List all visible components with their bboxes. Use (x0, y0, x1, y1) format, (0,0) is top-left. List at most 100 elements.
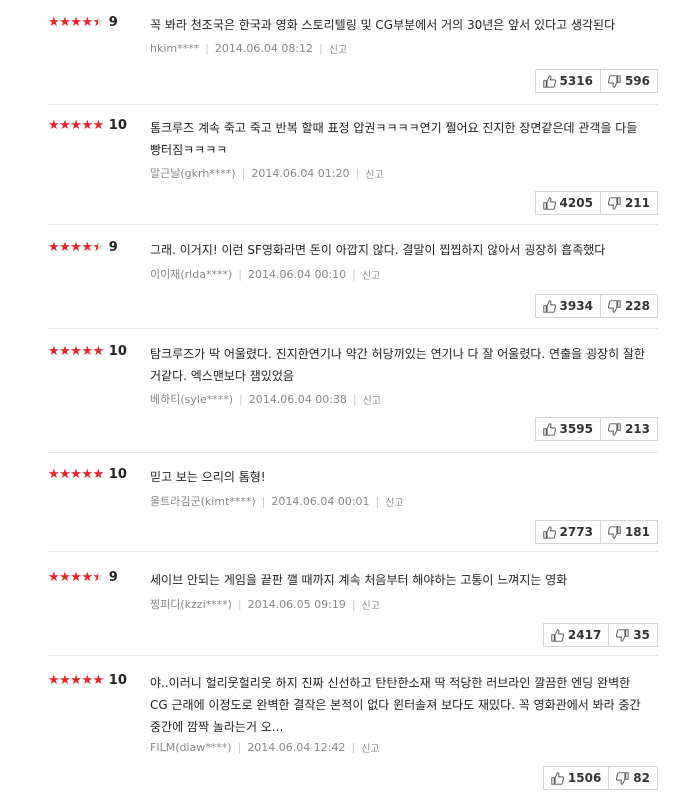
review-date: 2014.06.04 01:20 (251, 166, 350, 180)
like-count: 2773 (559, 525, 593, 539)
review-text: 믿고 보는 으리의 톰형! (150, 470, 266, 484)
review-text: 꼭 봐라 천조국은 한국과 영화 스토리텔링 및 CG부분에서 거의 30년은 … (150, 18, 616, 32)
review-user: FILM(dlaw****) (150, 741, 232, 754)
review-meta: FILM(dlaw****) | 2014.06.04 12:42 | 신고 (150, 740, 380, 755)
dislike-count: 213 (624, 422, 650, 436)
review-text: 그래. 이거지! 이런 SF영화라면 돈이 아깝지 않다. 결말이 찝찝하지 않… (150, 243, 606, 257)
report-link[interactable]: 신고 (365, 166, 383, 181)
like-button[interactable]: 3934 (534, 294, 601, 318)
dislike-button[interactable]: 213 (600, 417, 658, 441)
rating: ★★★★★ ★★★★★ 10 (48, 117, 127, 135)
review-text: 톰크루즈 계속 죽고 죽고 반복 할때 표정 압권ㅋㅋㅋㅋ연기 쩔어요 진지한 … (150, 121, 638, 157)
review-date: 2014.06.05 09:19 (247, 597, 346, 611)
review-item: ★★★★★ ★★★★★ 10 톰크루즈 계속 죽고 죽고 반복 할때 표정 압권ㅋ… (0, 117, 700, 217)
thumbs-down-icon (607, 422, 621, 436)
review-item: ★★★★★ ★★★★★ 9 세이브 안되는 게임을 끝판 깰 때까지 계속 처음부… (0, 569, 700, 649)
like-button[interactable]: 3595 (534, 417, 601, 441)
review-user: 말근날(gkrh****) (150, 167, 236, 180)
dislike-count: 82 (633, 771, 650, 785)
review-date: 2014.06.04 00:01 (271, 494, 370, 508)
thumbs-down-icon (616, 628, 629, 642)
thumbs-down-icon (607, 525, 621, 539)
like-count: 4205 (559, 196, 593, 210)
vote-buttons: 4205 211 (534, 191, 658, 215)
rating: ★★★★★ ★★★★★ 10 (48, 672, 127, 690)
dislike-button[interactable]: 211 (600, 191, 658, 215)
divider (48, 551, 658, 552)
report-link[interactable]: 신고 (362, 267, 380, 282)
dislike-count: 35 (633, 628, 650, 642)
report-link[interactable]: 신고 (329, 41, 347, 56)
thumbs-down-icon (607, 299, 621, 313)
rating-score: 10 (108, 467, 127, 482)
review-user: 울트라김군(kimt****) (150, 495, 256, 508)
review-user: 베하티(syle****) (150, 393, 234, 406)
divider (48, 104, 658, 105)
thumbs-up-icon (542, 422, 556, 436)
like-button[interactable]: 5316 (534, 69, 601, 93)
dislike-count: 596 (624, 74, 650, 88)
like-button[interactable]: 2773 (534, 520, 601, 544)
review-meta: 이이재(rlda****) | 2014.06.04 00:10 | 신고 (150, 267, 381, 282)
review-item: ★★★★★ ★★★★★ 10 탐크루즈가 딱 어울렸다. 진지한연기나 약간 허당… (0, 343, 700, 443)
rating-score: 10 (108, 118, 127, 133)
review-text: 세이브 안되는 게임을 끝판 깰 때까지 계속 처음부터 해야하는 고통이 느껴… (150, 573, 568, 587)
thumbs-up-icon (551, 771, 564, 785)
dislike-button[interactable]: 82 (609, 766, 658, 790)
thumbs-down-icon (607, 74, 621, 88)
dislike-count: 181 (624, 525, 650, 539)
star-rating: ★★★★★ ★★★★★ (48, 467, 104, 482)
report-link[interactable]: 신고 (362, 597, 380, 612)
like-button[interactable]: 1506 (542, 766, 610, 790)
rating-score: 9 (108, 15, 118, 30)
review-date: 2014.06.04 08:12 (214, 42, 314, 55)
like-button[interactable]: 4205 (534, 191, 601, 215)
review-item: ★★★★★ ★★★★★ 9 꼭 봐라 천조국은 한국과 영화 스토리텔링 및 CG… (0, 14, 700, 94)
star-rating: ★★★★★ ★★★★★ (48, 570, 104, 585)
dislike-button[interactable]: 181 (600, 520, 658, 544)
review-meta: 찡피디(kzzi****) | 2014.06.05 09:19 | 신고 (150, 597, 380, 612)
report-link[interactable]: 신고 (385, 494, 403, 509)
divider (48, 328, 658, 329)
thumbs-up-icon (542, 525, 556, 539)
vote-buttons: 2773 181 (534, 520, 658, 544)
review-item: ★★★★★ ★★★★★ 9 그래. 이거지! 이런 SF영화라면 돈이 아깝지 않… (0, 239, 700, 319)
thumbs-up-icon (542, 74, 556, 88)
rating-score: 9 (108, 570, 118, 585)
thumbs-down-icon (607, 196, 621, 210)
review-user: 찡피디(kzzi****) (150, 598, 232, 611)
dislike-count: 228 (624, 299, 650, 313)
dislike-button[interactable]: 35 (609, 623, 658, 647)
like-count: 3595 (559, 422, 593, 436)
divider (48, 452, 658, 453)
like-button[interactable]: 2417 (542, 623, 610, 647)
thumbs-up-icon (542, 196, 556, 210)
rating: ★★★★★ ★★★★★ 9 (48, 569, 118, 587)
rating-score: 10 (108, 344, 127, 359)
thumbs-up-icon (542, 299, 556, 313)
review-date: 2014.06.04 12:42 (247, 741, 346, 754)
star-rating: ★★★★★ ★★★★★ (48, 344, 104, 359)
dislike-button[interactable]: 228 (600, 294, 658, 318)
dislike-button[interactable]: 596 (600, 69, 658, 93)
review-item: ★★★★★ ★★★★★ 10 믿고 보는 으리의 톰형! 울트라김군(kimt**… (0, 466, 700, 546)
review-user: hkim**** (150, 42, 200, 55)
vote-buttons: 1506 82 (542, 766, 658, 790)
vote-buttons: 2417 35 (542, 623, 658, 647)
divider (48, 655, 658, 656)
rating: ★★★★★ ★★★★★ 9 (48, 239, 118, 257)
review-meta: 베하티(syle****) | 2014.06.04 00:38 | 신고 (150, 392, 382, 407)
rating: ★★★★★ ★★★★★ 10 (48, 466, 127, 484)
like-count: 5316 (559, 74, 593, 88)
rating: ★★★★★ ★★★★★ 10 (48, 343, 127, 361)
review-date: 2014.06.04 00:38 (248, 392, 347, 406)
star-rating: ★★★★★ ★★★★★ (48, 15, 104, 30)
review-item: ★★★★★ ★★★★★ 10 야..이러니 헐리웃헐리웃 하지 진짜 신선하고 탄… (0, 672, 700, 790)
report-link[interactable]: 신고 (363, 392, 381, 407)
review-meta: hkim**** | 2014.06.04 08:12 | 신고 (150, 41, 348, 56)
star-rating: ★★★★★ ★★★★★ (48, 118, 104, 133)
vote-buttons: 5316 596 (534, 69, 658, 93)
rating-score: 9 (108, 240, 118, 255)
report-link[interactable]: 신고 (361, 740, 379, 755)
review-text: 야..이러니 헐리웃헐리웃 하지 진짜 신선하고 탄탄한소재 딱 적당한 러브라… (150, 676, 641, 734)
